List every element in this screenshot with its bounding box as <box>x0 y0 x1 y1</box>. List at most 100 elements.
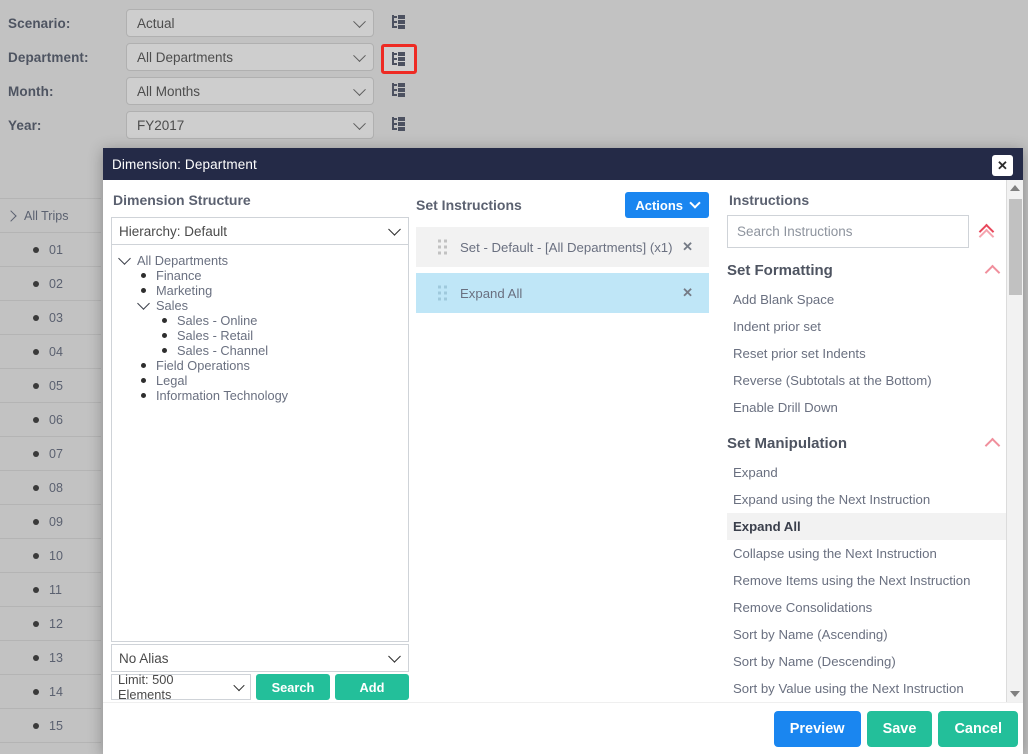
sidebar-item[interactable]: 07 <box>0 437 101 471</box>
bullet-icon <box>33 723 39 729</box>
tree-selector-button-scenario[interactable] <box>388 11 410 33</box>
chevron-up-icon[interactable] <box>985 264 1001 278</box>
sidebar-item-label: 05 <box>49 379 63 393</box>
tree-node-label: Sales - Channel <box>177 343 268 358</box>
instruction-section-header[interactable]: Set Manipulation <box>727 435 1023 452</box>
instruction-section-header[interactable]: Set Formatting <box>727 262 1023 279</box>
sidebar-item[interactable]: 13 <box>0 641 101 675</box>
tree-selector-button-year[interactable] <box>388 113 410 135</box>
instruction-list-item[interactable]: Indent prior set <box>727 313 1007 340</box>
dialog-header: Dimension: Department ✕ <box>103 148 1023 180</box>
drag-handle-icon[interactable] <box>438 286 447 301</box>
instruction-list-item[interactable]: Sort by Value using the Next Instruction <box>727 675 1007 702</box>
screen: Scenario: Actual Department: All Departm… <box>0 0 1028 754</box>
search-instructions-input[interactable]: Search Instructions <box>727 215 969 248</box>
tree-node-label: All Departments <box>137 253 228 268</box>
sidebar-item[interactable]: 14 <box>0 675 101 709</box>
search-button[interactable]: Search <box>256 674 330 700</box>
chevron-up-icon[interactable] <box>985 437 1001 451</box>
alias-select[interactable]: No Alias <box>111 644 409 672</box>
bullet-icon <box>33 281 39 287</box>
chevron-down-icon[interactable] <box>118 252 131 265</box>
preview-button[interactable]: Preview <box>774 711 861 747</box>
tree-node[interactable]: Information Technology <box>112 388 408 403</box>
tree-node[interactable]: Sales - Channel <box>112 343 408 358</box>
add-button[interactable]: Add <box>335 674 409 700</box>
sidebar-item-label: 08 <box>49 481 63 495</box>
sidebar-item[interactable]: 01 <box>0 233 101 267</box>
sidebar-item[interactable]: 15 <box>0 709 101 743</box>
tree-selector-button-department[interactable] <box>381 44 417 74</box>
filter-row-month: Month: All Months <box>0 74 430 108</box>
sidebar-item[interactable]: 05 <box>0 369 101 403</box>
chevron-down-icon <box>353 15 366 28</box>
sidebar-item[interactable]: 11 <box>0 573 101 607</box>
instruction-list-item[interactable]: Expand using the Next Instruction <box>727 486 1007 513</box>
instruction-list-item[interactable]: Collapse using the Next Instruction <box>727 540 1007 567</box>
sidebar-item-all-trips[interactable]: All Trips <box>0 199 101 233</box>
bullet-icon <box>33 655 39 661</box>
tree-node-label: Sales - Retail <box>177 328 253 343</box>
set-instruction-item[interactable]: Set - Default - [All Departments] (x1) ✕ <box>416 227 709 267</box>
sidebar-item-label: 04 <box>49 345 63 359</box>
month-select[interactable]: All Months <box>126 77 374 105</box>
sidebar-item[interactable]: 03 <box>0 301 101 335</box>
cancel-button[interactable]: Cancel <box>938 711 1018 747</box>
save-button[interactable]: Save <box>867 711 933 747</box>
scenario-select[interactable]: Actual <box>126 9 374 37</box>
tree-node[interactable]: Legal <box>112 373 408 388</box>
set-instruction-item[interactable]: Expand All✕ <box>416 273 709 313</box>
limit-select[interactable]: Limit: 500 Elements <box>111 674 251 700</box>
instruction-list-item[interactable]: Sort by Name (Descending) <box>727 648 1007 675</box>
tree-node[interactable]: Sales - Online <box>112 313 408 328</box>
instruction-list-item[interactable]: Expand All <box>727 513 1007 540</box>
instructions-title: Instructions <box>729 192 1023 208</box>
double-chevron-up-icon[interactable] <box>979 225 995 239</box>
scroll-up-icon[interactable] <box>1007 180 1023 196</box>
instruction-list-item[interactable]: Reverse (Subtotals at the Bottom) <box>727 367 1007 394</box>
instruction-list-item[interactable]: Expand <box>727 459 1007 486</box>
set-instruction-label: Set - Default - [All Departments] (x1) <box>460 240 673 255</box>
close-icon[interactable]: ✕ <box>992 155 1013 176</box>
chevron-down-icon <box>353 49 366 62</box>
drag-handle-icon[interactable] <box>438 240 447 255</box>
tree-node[interactable]: All Departments <box>112 253 408 268</box>
tree-node[interactable]: Marketing <box>112 283 408 298</box>
sidebar-item[interactable]: 08 <box>0 471 101 505</box>
instruction-list-item[interactable]: Remove Consolidations <box>727 594 1007 621</box>
sidebar-item[interactable]: 10 <box>0 539 101 573</box>
dimension-tree[interactable]: All DepartmentsFinanceMarketingSalesSale… <box>111 245 409 642</box>
instruction-list-item[interactable]: Remove Items using the Next Instruction <box>727 567 1007 594</box>
chevron-down-icon[interactable] <box>137 297 150 310</box>
scroll-down-icon[interactable] <box>1007 686 1023 702</box>
sidebar-item-label: 03 <box>49 311 63 325</box>
instruction-list-item[interactable]: Sort by Name (Ascending) <box>727 621 1007 648</box>
sidebar-item[interactable]: 12 <box>0 607 101 641</box>
year-select[interactable]: FY2017 <box>126 111 374 139</box>
chevron-down-icon <box>388 650 401 663</box>
instructions-scrollbar[interactable] <box>1006 180 1023 702</box>
tree-node[interactable]: Field Operations <box>112 358 408 373</box>
tree-node[interactable]: Finance <box>112 268 408 283</box>
sidebar-item[interactable]: 04 <box>0 335 101 369</box>
bullet-icon <box>141 273 146 278</box>
sidebar-item[interactable]: 02 <box>0 267 101 301</box>
tree-node[interactable]: Sales - Retail <box>112 328 408 343</box>
sidebar-item[interactable]: 09 <box>0 505 101 539</box>
tree-node[interactable]: Sales <box>112 298 408 313</box>
hierarchy-select[interactable]: Hierarchy: Default <box>111 217 409 245</box>
instruction-list-item[interactable]: Enable Drill Down <box>727 394 1007 421</box>
remove-icon[interactable]: ✕ <box>682 285 693 301</box>
instruction-sections: Set Formatting Add Blank SpaceIndent prio… <box>727 262 1023 702</box>
department-select[interactable]: All Departments <box>126 43 374 71</box>
dimension-structure-title: Dimension Structure <box>113 192 410 208</box>
instruction-section-title: Set Manipulation <box>727 435 847 452</box>
sidebar-item[interactable]: 06 <box>0 403 101 437</box>
scrollbar-thumb[interactable] <box>1009 199 1022 295</box>
dimension-structure-panel: Dimension Structure Hierarchy: Default A… <box>103 180 410 702</box>
tree-selector-button-month[interactable] <box>388 79 410 101</box>
remove-icon[interactable]: ✕ <box>682 239 693 255</box>
instruction-list-item[interactable]: Reset prior set Indents <box>727 340 1007 367</box>
actions-button[interactable]: Actions <box>625 192 709 218</box>
instruction-list-item[interactable]: Add Blank Space <box>727 286 1007 313</box>
